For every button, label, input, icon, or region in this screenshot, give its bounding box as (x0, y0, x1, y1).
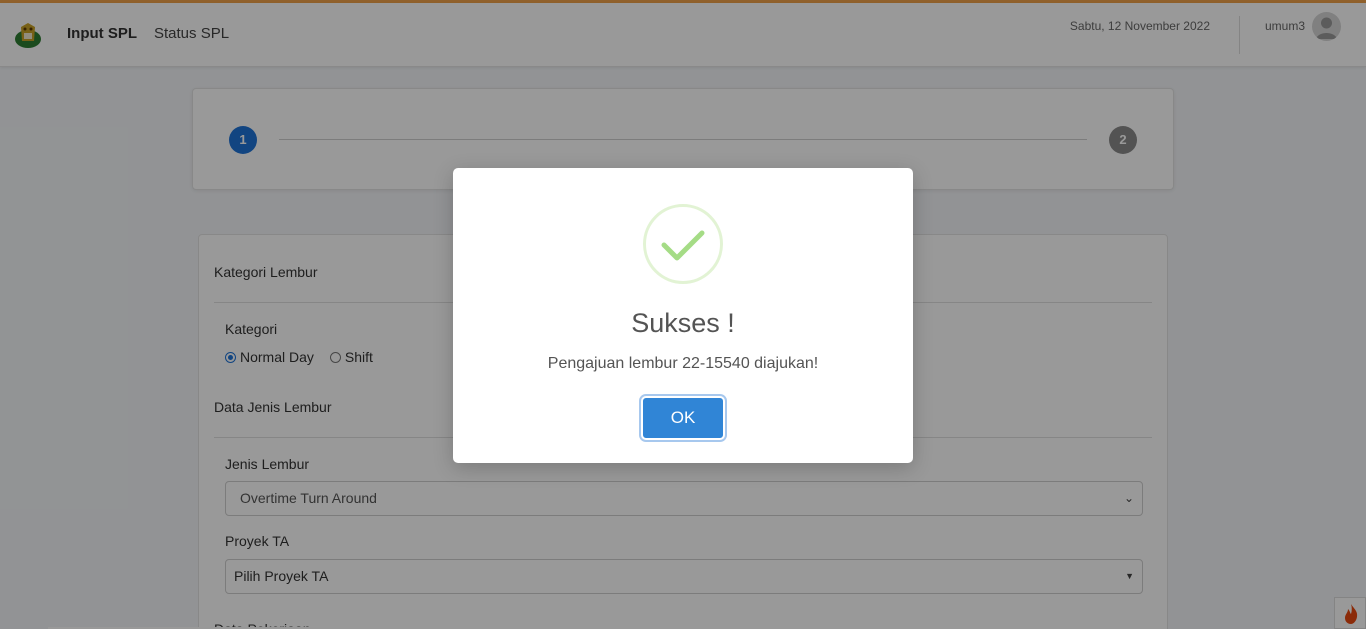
modal-message: Pengajuan lembur 22-15540 diajukan! (547, 355, 819, 372)
ok-button[interactable]: OK (639, 394, 727, 442)
success-check-icon (643, 204, 723, 284)
success-modal: Sukses ! Pengajuan lembur 22-15540 diaju… (453, 168, 913, 463)
modal-title: Sukses ! (631, 308, 735, 338)
